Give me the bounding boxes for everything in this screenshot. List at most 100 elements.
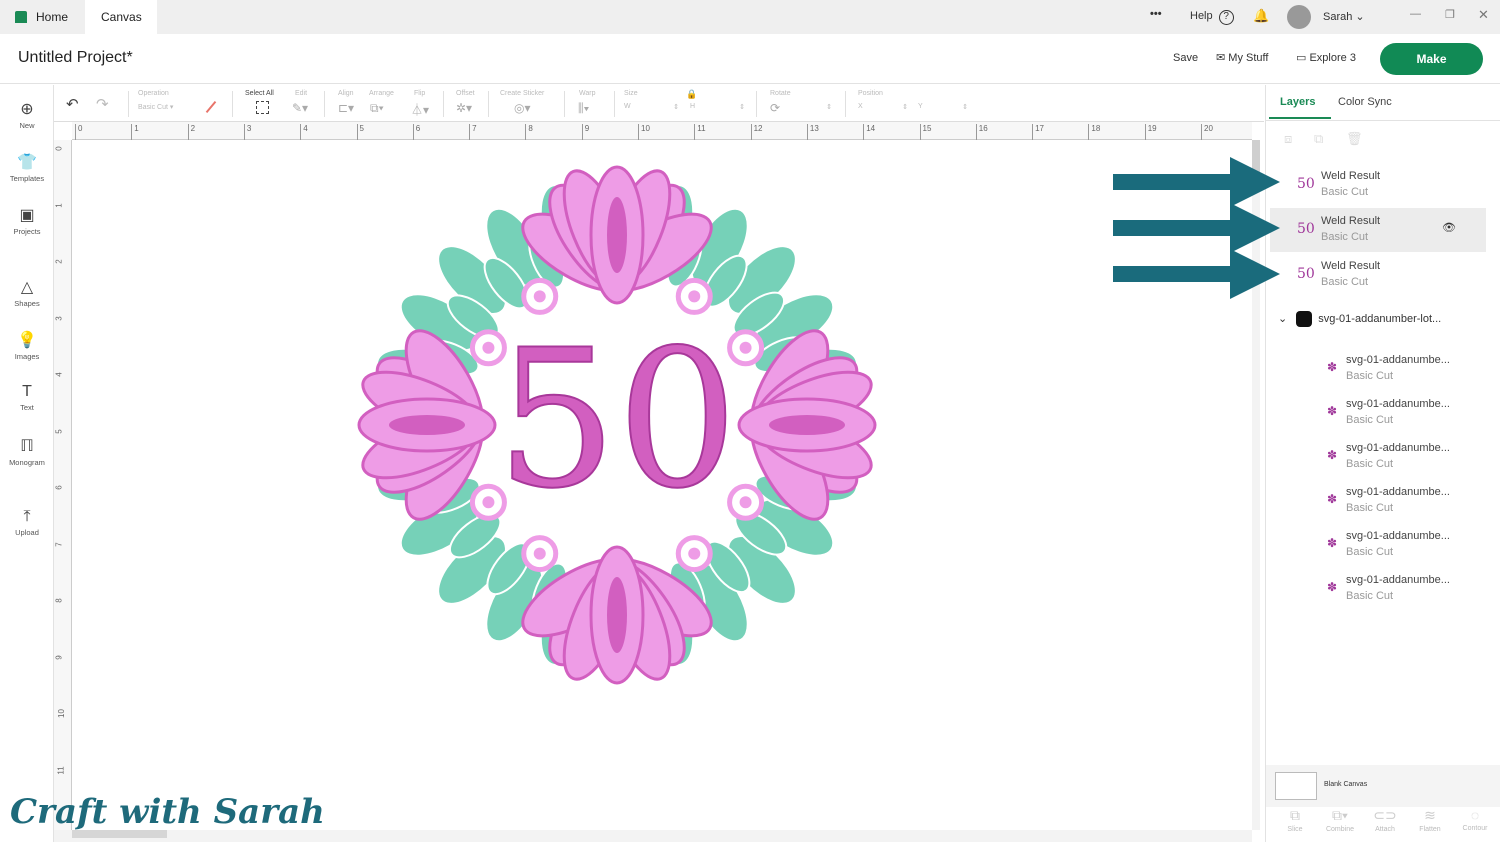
layer-operation: Basic Cut [1346,458,1394,470]
ruler-tick: 10 [638,124,650,140]
contour-icon: ◌ [1470,807,1480,823]
ruler-tick: 5 [356,124,364,140]
group-icon[interactable]: ⧈ [1284,131,1292,147]
restore-button[interactable]: ❐ [1445,8,1455,21]
my-stuff-button[interactable]: ✉ My Stuff [1216,51,1268,64]
align-icon[interactable]: ⊏▾ [338,101,354,115]
bell-icon[interactable]: 🔔 [1253,8,1269,24]
new-icon: ⊕ [20,101,34,118]
layer-thumbnail-icon: ✽ [1327,580,1338,594]
pen-color-icon[interactable] [205,100,217,114]
arrow-right-icon [1113,203,1280,253]
layer-name: Weld Result [1321,260,1381,272]
minimize-button[interactable]: — [1410,8,1421,20]
ruler-tick: 3 [243,124,251,140]
rotate-icon[interactable]: ⟳ [770,101,780,115]
action-combine[interactable]: ⧉▾ Combine [1320,807,1360,833]
undo-icon[interactable]: ↶ [66,95,79,113]
artwork-lotus-50[interactable]: 50 [72,140,1252,830]
layer-item[interactable]: 50 Weld Result Basic Cut 👁 [1270,208,1486,252]
w-label: W [624,103,631,110]
action-contour[interactable]: ◌ Contour [1455,807,1495,832]
lock-icon[interactable]: 🔒 [686,89,697,100]
redo-icon[interactable]: ↷ [96,95,109,113]
action-flatten[interactable]: ≋ Flatten [1410,807,1450,833]
action-slice[interactable]: ⧉ Slice [1275,807,1315,833]
layer-thumbnail-icon: ✽ [1327,536,1338,550]
tab-home-label: Home [36,10,69,24]
flip-icon[interactable]: ⏃▾ [411,101,429,118]
tab-color-sync[interactable]: Color Sync [1338,96,1392,108]
height-input[interactable]: H ⇕ [690,103,745,111]
delete-icon[interactable]: 🗑 [1346,131,1363,147]
sidebar-item-monogram[interactable]: ℿ Monogram [0,436,54,467]
sidebar-item-templates[interactable]: 👕 Templates [0,152,54,183]
rotate-input[interactable]: ⇕ [794,103,832,111]
machine-icon: ▭ [1296,52,1307,64]
layer-item[interactable]: ✽ svg-01-addanumbe... Basic Cut [1270,347,1486,391]
sidebar-item-new[interactable]: ⊕ New [0,99,54,130]
x-input[interactable]: X ⇕ [858,103,908,111]
layer-thumbnail-icon: 50 [1297,221,1315,237]
my-stuff-label: My Stuff [1228,52,1269,64]
arrow-right-icon [1113,249,1280,299]
canvas-area[interactable]: 50 [72,140,1260,830]
save-button[interactable]: Save [1173,52,1198,64]
layer-item[interactable]: 50 Weld Result Basic Cut [1270,253,1486,297]
sidebar-item-upload[interactable]: ⤒ Upload [0,508,54,537]
ruler-tick: 6 [412,124,420,140]
layer-item[interactable]: ✽ svg-01-addanumbe... Basic Cut [1270,523,1486,567]
machine-selector[interactable]: ▭ Explore 3 [1296,51,1356,64]
monogram-icon: ℿ [20,438,34,455]
edit-label: Edit [295,90,308,97]
arrange-icon[interactable]: ⧉▾ [370,101,384,116]
sticker-icon[interactable]: ◎▾ [514,101,531,115]
more-menu-button[interactable]: ••• [1150,8,1162,20]
operation-select[interactable]: Basic Cut ▾ [138,103,202,115]
ruler-tick: 4 [300,124,308,140]
edit-pencil-icon[interactable]: ✎▾ [292,101,308,115]
width-input[interactable]: W ⇕ [624,103,679,111]
mail-icon: ✉ [1216,52,1226,64]
ruler-tick: 12 [750,124,763,140]
group-name: svg-01-addanumber-lot... [1318,312,1442,325]
tab-layers[interactable]: Layers [1280,96,1315,108]
select-all-icon[interactable] [256,101,269,114]
offset-icon[interactable]: ✲▾ [456,101,472,115]
ruler-tick: 2 [54,259,64,264]
user-menu[interactable]: Sarah ⌄ [1323,10,1365,23]
ruler-tick: 2 [187,124,195,140]
ruler-vertical: 0 1 2 3 4 5 6 7 8 9 10 11 [54,140,72,830]
warp-icon[interactable]: ⫼▾ [578,101,589,116]
sidebar-label: Projects [13,227,41,236]
avatar[interactable] [1287,5,1311,29]
tab-canvas[interactable]: Canvas [85,0,157,34]
tab-home[interactable]: Home [0,0,84,34]
chevron-down-icon[interactable]: ⌄ [1278,313,1287,325]
duplicate-icon[interactable]: ⧉ [1314,131,1323,147]
sidebar-item-text[interactable]: T Text [0,383,54,412]
chevron-down-icon: ⌄ [1355,11,1365,23]
layer-item[interactable]: ✽ svg-01-addanumbe... Basic Cut [1270,567,1486,611]
eye-icon[interactable]: 👁 [1442,221,1456,234]
layer-operation: Basic Cut [1346,546,1394,558]
action-attach[interactable]: ⊂⊃ Attach [1365,807,1405,833]
layer-item[interactable]: ✽ svg-01-addanumbe... Basic Cut [1270,435,1486,479]
create-sticker-label: Create Sticker [500,90,545,97]
sidebar-item-images[interactable]: 💡 Images [0,330,54,361]
ruler-tick: 3 [54,315,64,321]
flip-label: Flip [414,90,426,97]
close-button[interactable]: ✕ [1478,7,1489,23]
help-button[interactable]: Help ? [1190,10,1234,25]
help-label: Help [1190,10,1213,22]
layer-item[interactable]: ✽ svg-01-addanumbe... Basic Cut [1270,479,1486,523]
sidebar-item-projects[interactable]: ▣ Projects [0,205,54,236]
sidebar-item-shapes[interactable]: △ Shapes [0,277,54,308]
y-input[interactable]: Y ⇕ [918,103,968,111]
layer-group[interactable]: ⌄ svg-01-addanumber-lot... [1278,311,1488,327]
layer-item[interactable]: 50 Weld Result Basic Cut [1270,163,1486,207]
action-label: Attach [1375,826,1395,833]
make-button[interactable]: Make [1380,43,1483,75]
project-title[interactable]: Untitled Project* [18,49,133,67]
layer-item[interactable]: ✽ svg-01-addanumbe... Basic Cut [1270,391,1486,435]
